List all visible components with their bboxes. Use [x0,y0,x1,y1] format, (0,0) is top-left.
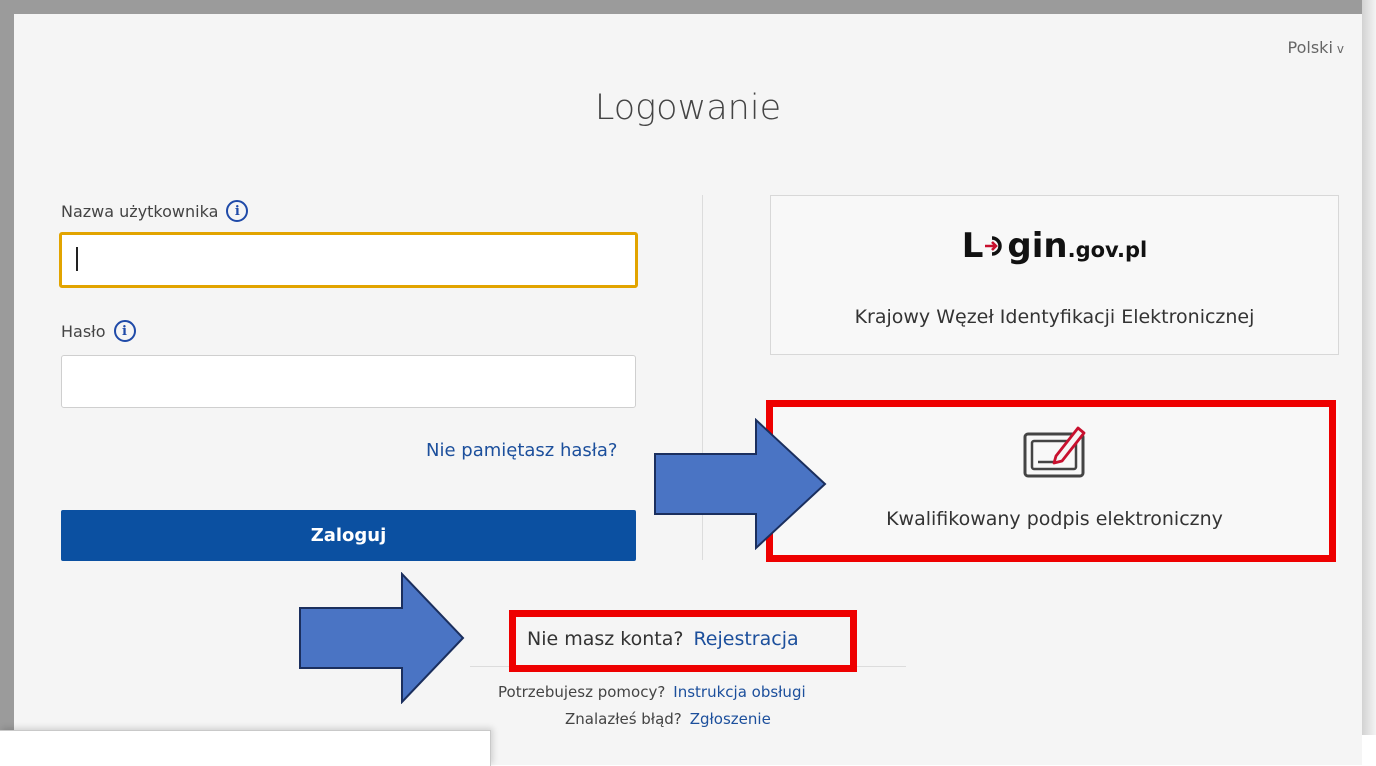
password-input[interactable] [61,355,636,408]
help-text: Potrzebujesz pomocy? [498,683,666,701]
arrow-in-o-icon [985,236,1003,256]
overlay-window-edge [0,730,491,766]
bug-text: Znalazłeś błąd? [565,710,682,728]
password-label-row: Hasło i [61,320,136,342]
text-caret [76,247,78,271]
language-label: Polski [1287,38,1333,57]
info-icon[interactable]: i [226,200,249,222]
highlight-box-register [509,610,857,672]
manual-link[interactable]: Instrukcja obsługi [673,683,805,701]
page-title: Logowanie [594,88,782,128]
username-label: Nazwa użytkownika [61,201,219,221]
annotation-arrow-right [654,418,827,550]
screenshot-frame-top [14,0,1362,14]
bug-report-row: Znalazłeś błąd? Zgłoszenie [565,710,771,728]
login-gov-card[interactable]: Lgin.gov.pl Krajowy Węzeł Identyfikacji … [770,195,1339,355]
login-button[interactable]: Zaloguj [61,510,636,561]
info-icon[interactable]: i [113,320,136,342]
chevron-down-icon: v [1336,42,1344,56]
password-label: Hasło [61,321,106,341]
logo-text-suffix: .gov.pl [1067,238,1148,262]
highlight-box-signature [766,400,1336,562]
login-gov-description: Krajowy Węzeł Identyfikacji Elektroniczn… [854,306,1255,328]
logo-letter-l: L [961,226,984,266]
logo-text-main: gin [1007,226,1068,266]
help-row: Potrzebujesz pomocy? Instrukcja obsługi [498,683,806,701]
username-input[interactable] [59,232,638,288]
bug-report-link[interactable]: Zgłoszenie [690,710,771,728]
language-selector[interactable]: Polski v [1288,38,1344,57]
login-gov-logo: Lgin.gov.pl [771,226,1338,266]
forgot-password-link[interactable]: Nie pamiętasz hasła? [426,440,617,461]
username-label-row: Nazwa użytkownika i [61,200,249,222]
annotation-arrow-right [299,572,465,704]
